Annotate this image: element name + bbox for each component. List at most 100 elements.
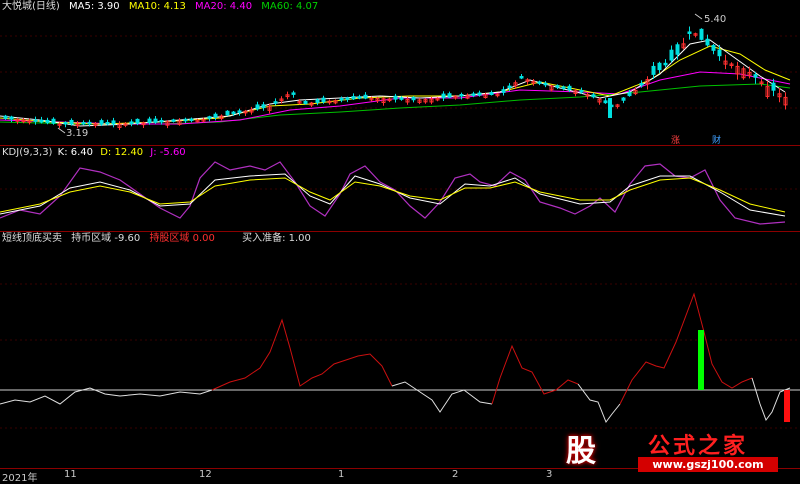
candle-body — [627, 92, 632, 97]
candle-body — [255, 104, 260, 110]
price-panel[interactable]: 大悦城(日线) MA5: 3.90 MA10: 4.13 MA20: 4.40 … — [0, 0, 800, 146]
candle-body — [9, 116, 14, 120]
candle-body — [207, 116, 212, 119]
candle-body — [303, 100, 308, 105]
candle-body — [81, 122, 86, 125]
candle-body — [567, 85, 572, 91]
ma60-line — [0, 83, 791, 125]
indicator-white-segment-2 — [391, 381, 493, 413]
candle-body — [705, 38, 710, 46]
kdj-chart — [0, 161, 800, 225]
candle-body — [339, 98, 344, 101]
candle-body — [135, 118, 140, 124]
candle-body — [183, 118, 188, 122]
candle-body — [237, 110, 242, 113]
low-price-label: 3.19 — [66, 128, 88, 139]
candle-body — [441, 93, 446, 99]
candle-body — [411, 96, 416, 101]
candle-body — [45, 119, 50, 124]
candle-body — [351, 96, 356, 100]
candle-body — [675, 44, 680, 55]
candle-body — [639, 82, 644, 86]
candle-body — [753, 74, 758, 78]
high-price-label: 5.40 — [704, 14, 726, 25]
candle-body — [459, 94, 464, 97]
candle-body — [399, 97, 404, 100]
candle-body — [159, 120, 164, 123]
indicator-red-segment-2 — [491, 344, 579, 405]
candle-body — [213, 113, 218, 118]
indicator-red-segment-3 — [619, 292, 753, 405]
candle-body — [69, 119, 74, 125]
candle-body — [447, 93, 452, 98]
candle-body — [273, 101, 278, 104]
x-tick-5: 3 — [546, 469, 553, 480]
candle-body — [717, 49, 722, 57]
buy-signal-bar[interactable] — [698, 330, 704, 390]
candle-body — [33, 119, 38, 122]
candle-body — [261, 104, 266, 109]
candle-body — [489, 92, 494, 95]
kdj-j-line — [0, 161, 786, 225]
candle-body — [591, 94, 596, 98]
candle-body — [225, 110, 230, 116]
candle-body — [87, 121, 92, 125]
candle-body — [171, 119, 176, 122]
candle-body — [105, 122, 110, 125]
candle-body — [608, 98, 612, 118]
candle-body — [711, 45, 716, 51]
candle-body — [543, 82, 548, 86]
candle-body — [129, 121, 134, 125]
indicator-grid — [0, 283, 800, 429]
candle-body — [651, 65, 656, 75]
candle-body — [231, 111, 236, 115]
candle-body — [537, 81, 542, 84]
candle-body — [363, 94, 368, 99]
candle-body — [357, 96, 362, 99]
watermark-url: www.gszj100.com — [638, 457, 778, 472]
candle-body — [657, 62, 662, 71]
candle-body — [663, 62, 668, 66]
indicator-red-segment-1 — [211, 318, 393, 391]
x-tick-4: 2 — [452, 469, 459, 480]
x-tick-1: 11 — [64, 469, 77, 480]
candle-body — [579, 90, 584, 93]
candle-body — [771, 82, 776, 91]
candle-body — [189, 118, 194, 121]
candle-body — [111, 120, 116, 125]
kdj-d-line — [0, 177, 786, 213]
candle-body — [51, 118, 56, 124]
candle-body — [153, 118, 158, 123]
candle-body — [699, 28, 704, 40]
watermark-logo: 股 公式之家 www.gszj100.com — [556, 426, 782, 474]
candle-body — [477, 92, 482, 96]
gu-logo-icon: 股 — [566, 434, 596, 469]
x-tick-3: 1 — [338, 469, 345, 480]
candle-body — [555, 85, 560, 88]
candle-body — [687, 31, 692, 34]
candle-body — [315, 99, 320, 103]
price-chart: 5.40 3.19 — [0, 13, 800, 139]
kdj-panel[interactable]: KDJ(9,3,3) K: 6.40 D: 12.40 J: -5.60 — [0, 146, 800, 232]
candle-body — [63, 122, 68, 125]
candle-body — [147, 118, 152, 124]
ma5-line — [0, 39, 786, 127]
candle-body — [471, 93, 476, 96]
candle-body — [39, 119, 44, 123]
candle-body — [321, 97, 326, 103]
x-tick-2: 12 — [199, 469, 212, 480]
candle-body — [519, 76, 524, 79]
candle-body — [501, 89, 506, 93]
sell-signal-bar[interactable] — [784, 390, 790, 422]
candle-body — [3, 115, 8, 119]
watermark-title: 公式之家 — [648, 434, 749, 459]
candle-body — [561, 86, 566, 89]
candle-body — [669, 49, 674, 61]
candle-body — [621, 97, 626, 101]
kdj-k-line — [0, 173, 786, 217]
candle-body — [99, 120, 104, 125]
candle-body — [345, 97, 350, 100]
candle-body — [393, 95, 398, 100]
candle-body — [291, 92, 296, 95]
candle-body — [507, 85, 512, 89]
